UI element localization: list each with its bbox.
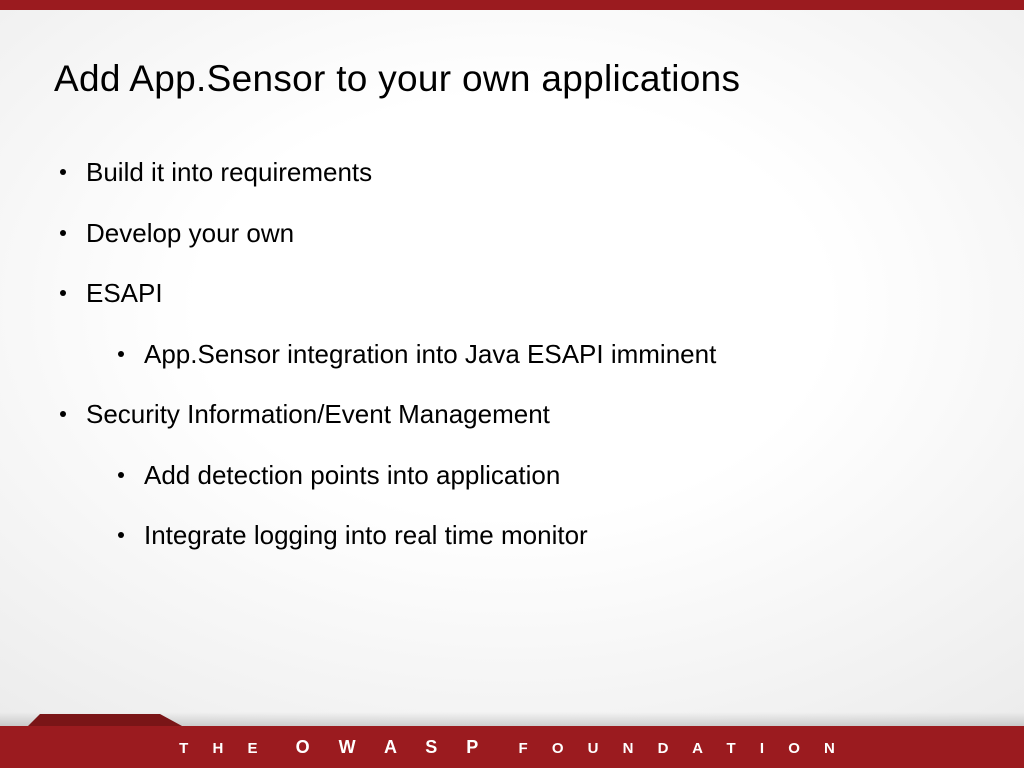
bullet-dot-icon [118, 472, 124, 478]
bullet-text: Security Information/Event Management [86, 398, 550, 431]
footer-text-center: O W A S P [296, 737, 491, 757]
bullet-item: Build it into requirements [60, 156, 984, 189]
bullet-dot-icon [60, 411, 66, 417]
bullet-item: ESAPI [60, 277, 984, 310]
bullet-dot-icon [60, 290, 66, 296]
top-accent-bar [0, 0, 1024, 10]
footer-text: T H E O W A S P F O U N D A T I O N [179, 737, 845, 758]
bullet-item: Develop your own [60, 217, 984, 250]
bullet-text: Build it into requirements [86, 156, 372, 189]
bullet-text: Integrate logging into real time monitor [144, 519, 588, 552]
bullet-text: App.Sensor integration into Java ESAPI i… [144, 338, 716, 371]
bullet-text: Develop your own [86, 217, 294, 250]
slide-body: Build it into requirements Develop your … [60, 156, 984, 580]
footer-text-left: T H E [179, 740, 267, 757]
footer-text-right: F O U N D A T I O N [518, 740, 844, 757]
bullet-dot-icon [60, 230, 66, 236]
slide-footer: T H E O W A S P F O U N D A T I O N [0, 708, 1024, 768]
bullet-text: ESAPI [86, 277, 163, 310]
bullet-dot-icon [118, 532, 124, 538]
footer-ribbon-icon [40, 714, 160, 726]
bullet-item: Integrate logging into real time monitor [118, 519, 984, 552]
footer-bar: T H E O W A S P F O U N D A T I O N [0, 726, 1024, 768]
bullet-item: Add detection points into application [118, 459, 984, 492]
bullet-dot-icon [60, 169, 66, 175]
bullet-dot-icon [118, 351, 124, 357]
bullet-item: Security Information/Event Management [60, 398, 984, 431]
slide-title: Add App.Sensor to your own applications [54, 58, 740, 100]
bullet-item: App.Sensor integration into Java ESAPI i… [118, 338, 984, 371]
bullet-text: Add detection points into application [144, 459, 560, 492]
